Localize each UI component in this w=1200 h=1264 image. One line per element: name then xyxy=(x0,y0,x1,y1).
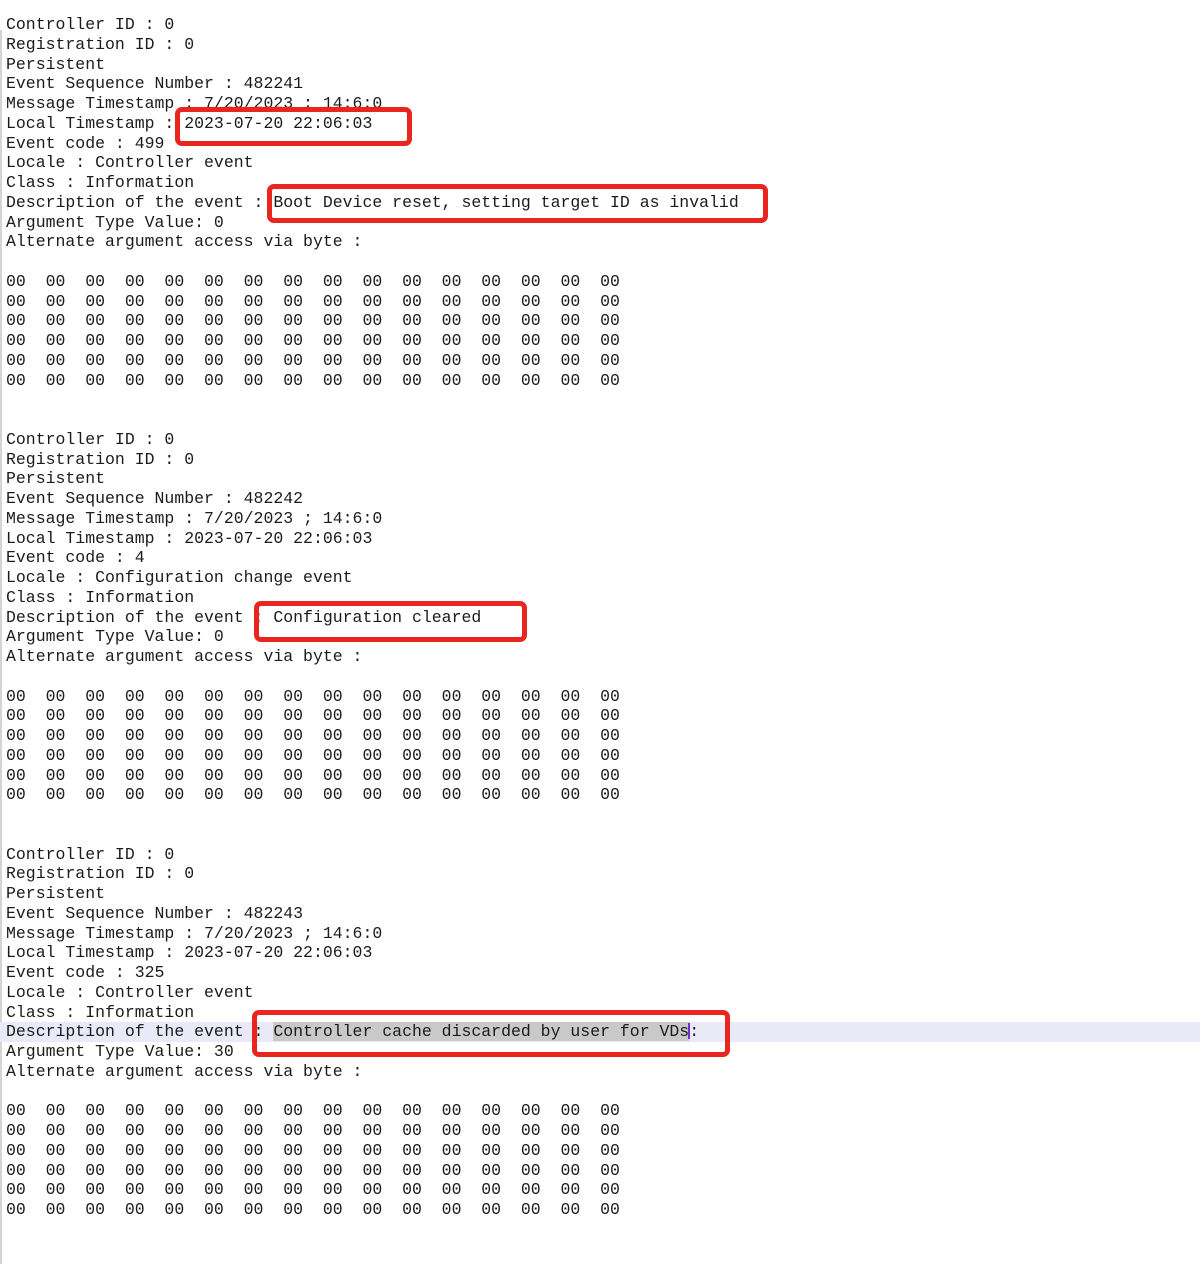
hex-dump-row: 00 00 00 00 00 00 00 00 00 00 00 00 00 0… xyxy=(0,331,1200,351)
argument-type-line: Argument Type Value: 0 xyxy=(0,627,1200,647)
configuration-cleared-annotation-box xyxy=(254,601,527,642)
local-timestamp-line: Local Timestamp : 2023-07-20 22:06:03 xyxy=(0,529,1200,549)
hex-dump-row: 00 00 00 00 00 00 00 00 00 00 00 00 00 0… xyxy=(0,746,1200,766)
controller-cache-annotation-box xyxy=(252,1010,730,1057)
blank-line xyxy=(0,805,1200,825)
hex-dump-row: 00 00 00 00 00 00 00 00 00 00 00 00 00 0… xyxy=(0,1101,1200,1121)
hex-dump-row: 00 00 00 00 00 00 00 00 00 00 00 00 00 0… xyxy=(0,1141,1200,1161)
registration-id-line: Registration ID : 0 xyxy=(0,450,1200,470)
log-viewer-page: Controller ID : 0Registration ID : 0Pers… xyxy=(0,0,1200,1264)
blank-line xyxy=(0,252,1200,272)
controller-id-line: Controller ID : 0 xyxy=(0,430,1200,450)
locale-line: Locale : Controller event xyxy=(0,983,1200,1003)
event-sequence-line: Event Sequence Number : 482242 xyxy=(0,489,1200,509)
boot-device-reset-annotation-box xyxy=(267,184,768,223)
event-sequence-line: Event Sequence Number : 482241 xyxy=(0,74,1200,94)
controller-id-line: Controller ID : 0 xyxy=(0,845,1200,865)
event-sequence-line: Event Sequence Number : 482243 xyxy=(0,904,1200,924)
message-timestamp-line: Message Timestamp : 7/20/2023 ; 14:6:0 xyxy=(0,509,1200,529)
persistent-line: Persistent xyxy=(0,884,1200,904)
hex-dump-row: 00 00 00 00 00 00 00 00 00 00 00 00 00 0… xyxy=(0,311,1200,331)
hex-dump-row: 00 00 00 00 00 00 00 00 00 00 00 00 00 0… xyxy=(0,1161,1200,1181)
blank-line xyxy=(0,667,1200,687)
blank-line xyxy=(0,1082,1200,1102)
local-timestamp-annotation-box xyxy=(175,107,412,146)
blank-line xyxy=(0,825,1200,845)
description-line: Description of the event : Configuration… xyxy=(0,608,1200,628)
hex-dump-row: 00 00 00 00 00 00 00 00 00 00 00 00 00 0… xyxy=(0,785,1200,805)
registration-id-line: Registration ID : 0 xyxy=(0,864,1200,884)
event-code-line: Event code : 4 xyxy=(0,548,1200,568)
blank-line xyxy=(0,390,1200,410)
locale-line: Locale : Controller event xyxy=(0,153,1200,173)
event-code-line: Event code : 325 xyxy=(0,963,1200,983)
hex-dump-row: 00 00 00 00 00 00 00 00 00 00 00 00 00 0… xyxy=(0,351,1200,371)
hex-dump-row: 00 00 00 00 00 00 00 00 00 00 00 00 00 0… xyxy=(0,1180,1200,1200)
blank-line xyxy=(0,410,1200,430)
alternate-argument-line: Alternate argument access via byte : xyxy=(0,1062,1200,1082)
blank-line xyxy=(0,1240,1200,1260)
alternate-argument-line: Alternate argument access via byte : xyxy=(0,647,1200,667)
persistent-line: Persistent xyxy=(0,469,1200,489)
class-line: Class : Information xyxy=(0,588,1200,608)
hex-dump-row: 00 00 00 00 00 00 00 00 00 00 00 00 00 0… xyxy=(0,292,1200,312)
hex-dump-row: 00 00 00 00 00 00 00 00 00 00 00 00 00 0… xyxy=(0,706,1200,726)
blank-line xyxy=(0,1220,1200,1240)
locale-line: Locale : Configuration change event xyxy=(0,568,1200,588)
hex-dump-row: 00 00 00 00 00 00 00 00 00 00 00 00 00 0… xyxy=(0,766,1200,786)
persistent-line: Persistent xyxy=(0,55,1200,75)
hex-dump-row: 00 00 00 00 00 00 00 00 00 00 00 00 00 0… xyxy=(0,687,1200,707)
hex-dump-row: 00 00 00 00 00 00 00 00 00 00 00 00 00 0… xyxy=(0,1121,1200,1141)
hex-dump-row: 00 00 00 00 00 00 00 00 00 00 00 00 00 0… xyxy=(0,1200,1200,1220)
hex-dump-row: 00 00 00 00 00 00 00 00 00 00 00 00 00 0… xyxy=(0,726,1200,746)
registration-id-line: Registration ID : 0 xyxy=(0,35,1200,55)
hex-dump-row: 00 00 00 00 00 00 00 00 00 00 00 00 00 0… xyxy=(0,371,1200,391)
alternate-argument-line: Alternate argument access via byte : xyxy=(0,232,1200,252)
hex-dump-row: 00 00 00 00 00 00 00 00 00 00 00 00 00 0… xyxy=(0,272,1200,292)
local-timestamp-line: Local Timestamp : 2023-07-20 22:06:03 xyxy=(0,943,1200,963)
controller-id-line: Controller ID : 0 xyxy=(0,15,1200,35)
message-timestamp-line: Message Timestamp : 7/20/2023 ; 14:6:0 xyxy=(0,924,1200,944)
description-label: Description of the event : xyxy=(6,1022,273,1041)
